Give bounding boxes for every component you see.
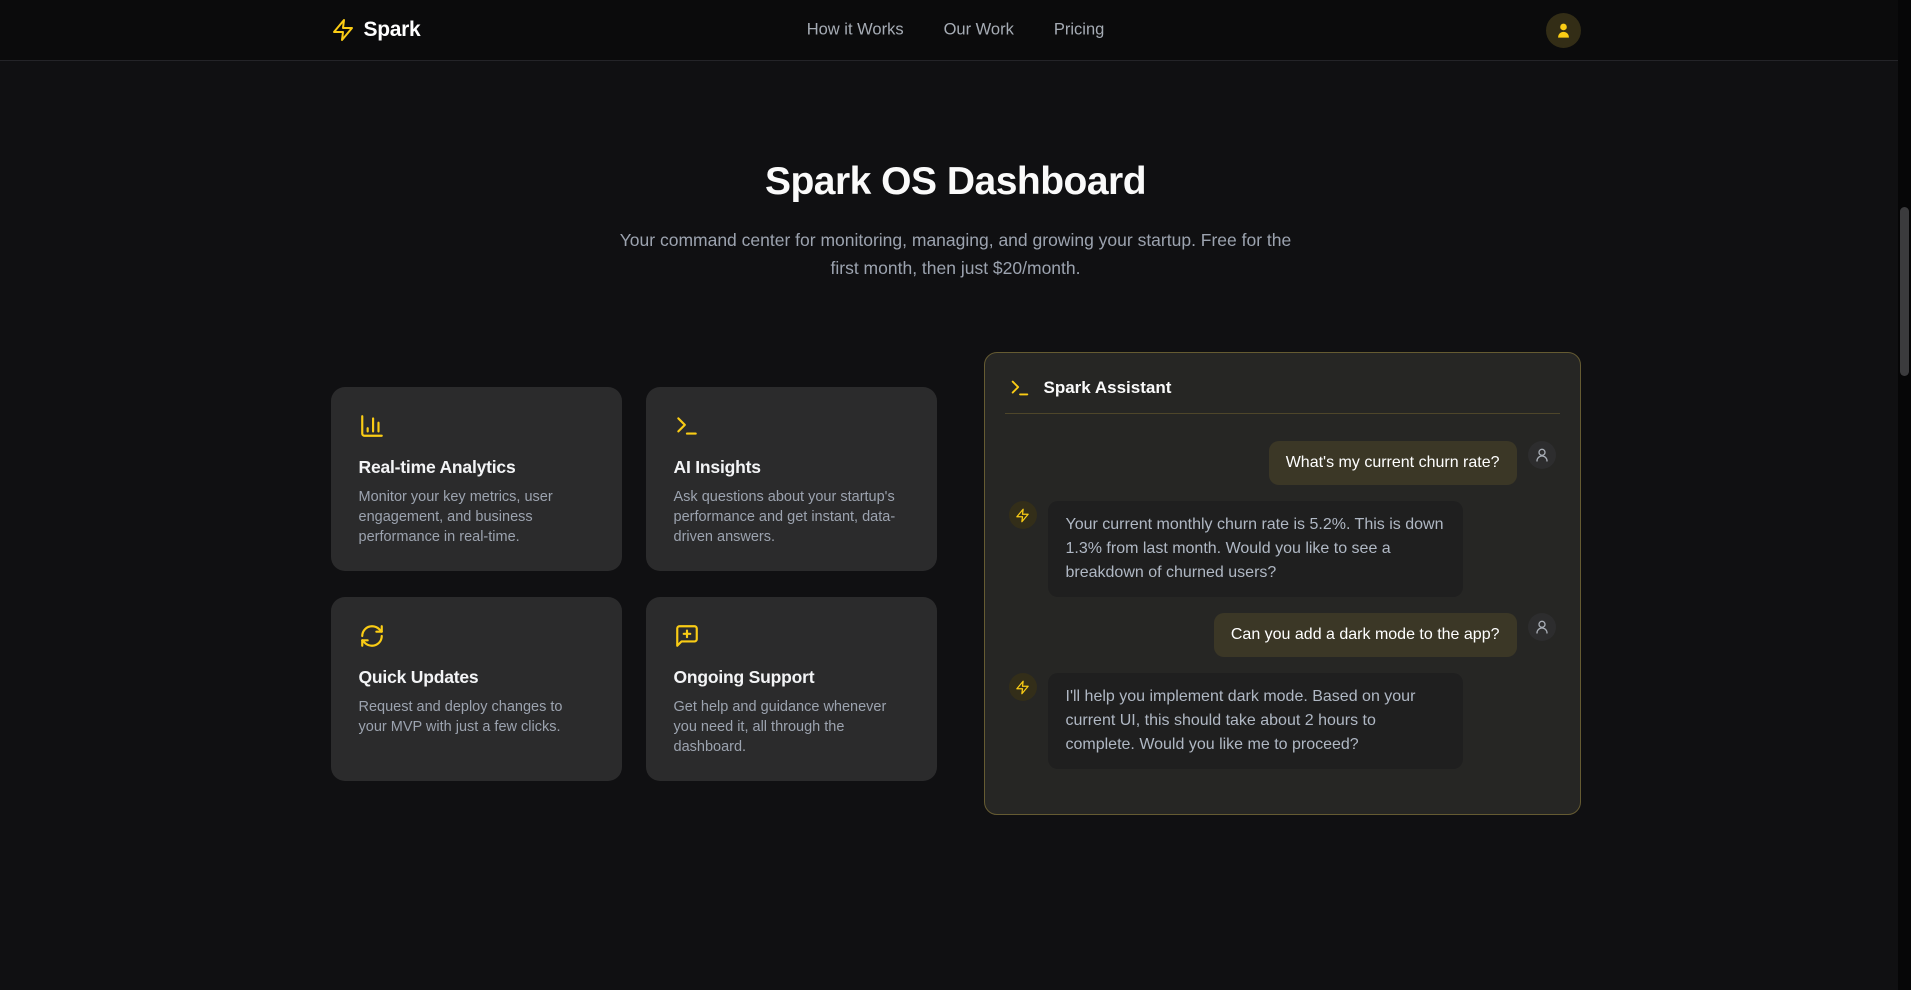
user-avatar-button[interactable] [1546,13,1581,48]
feature-title: Ongoing Support [674,667,909,688]
assistant-message-bubble: I'll help you implement dark mode. Based… [1048,673,1464,769]
assistant-avatar [1009,673,1037,701]
terminal-icon [674,413,700,439]
user-icon [1534,619,1550,635]
feature-card-realtime-analytics: Real-time Analytics Monitor your key met… [331,387,622,571]
feature-description: Request and deploy changes to your MVP w… [359,697,594,737]
bar-chart-icon [359,413,385,439]
brand-name: Spark [364,18,421,42]
user-avatar [1528,441,1556,469]
assistant-title: Spark Assistant [1044,378,1172,398]
main-content: Real-time Analytics Monitor your key met… [331,352,1581,815]
user-avatar [1528,613,1556,641]
hero-subtitle: Your command center for monitoring, mana… [611,226,1301,282]
chat-message-user: Can you add a dark mode to the app? [1009,613,1556,657]
chat-messages: What's my current churn rate? Your curre… [985,414,1580,814]
feature-card-quick-updates: Quick Updates Request and deploy changes… [331,597,622,781]
page: { "nav": { "brand": "Spark", "links": [ … [0,0,1911,990]
feature-title: AI Insights [674,457,909,478]
top-navigation: Spark How it Works Our Work Pricing [0,0,1911,61]
feature-card-ongoing-support: Ongoing Support Get help and guidance wh… [646,597,937,781]
feature-card-ai-insights: AI Insights Ask questions about your sta… [646,387,937,571]
assistant-header: Spark Assistant [985,353,1580,413]
nav-links: How it Works Our Work Pricing [807,21,1105,40]
terminal-icon [1009,377,1031,399]
chat-message-assistant: I'll help you implement dark mode. Based… [1009,673,1556,769]
feature-description: Ask questions about your startup's perfo… [674,487,909,547]
assistant-message-bubble: Your current monthly churn rate is 5.2%.… [1048,501,1464,597]
chat-message-assistant: Your current monthly churn rate is 5.2%.… [1009,501,1556,597]
feature-cards-grid: Real-time Analytics Monitor your key met… [331,387,937,781]
hero-section: Spark OS Dashboard Your command center f… [0,160,1911,282]
feature-description: Monitor your key metrics, user engagemen… [359,487,594,547]
assistant-avatar [1009,501,1037,529]
lightning-bolt-icon [1015,680,1030,695]
lightning-bolt-icon [331,18,355,42]
user-message-bubble: Can you add a dark mode to the app? [1214,613,1517,657]
scrollbar-thumb[interactable] [1900,207,1909,376]
scrollbar-track[interactable] [1898,0,1911,990]
brand-logo[interactable]: Spark [331,18,421,42]
user-message-bubble: What's my current churn rate? [1269,441,1517,485]
feature-title: Quick Updates [359,667,594,688]
chat-message-user: What's my current churn rate? [1009,441,1556,485]
lightning-bolt-icon [1015,508,1030,523]
nav-link-how-it-works[interactable]: How it Works [807,21,904,40]
user-icon [1554,21,1573,40]
page-title: Spark OS Dashboard [0,160,1911,204]
message-square-plus-icon [674,623,700,649]
spark-assistant-panel: Spark Assistant What's my current churn … [984,352,1581,815]
nav-link-our-work[interactable]: Our Work [944,21,1014,40]
user-icon [1534,447,1550,463]
nav-link-pricing[interactable]: Pricing [1054,21,1104,40]
feature-title: Real-time Analytics [359,457,594,478]
feature-description: Get help and guidance whenever you need … [674,697,909,757]
refresh-icon [359,623,385,649]
